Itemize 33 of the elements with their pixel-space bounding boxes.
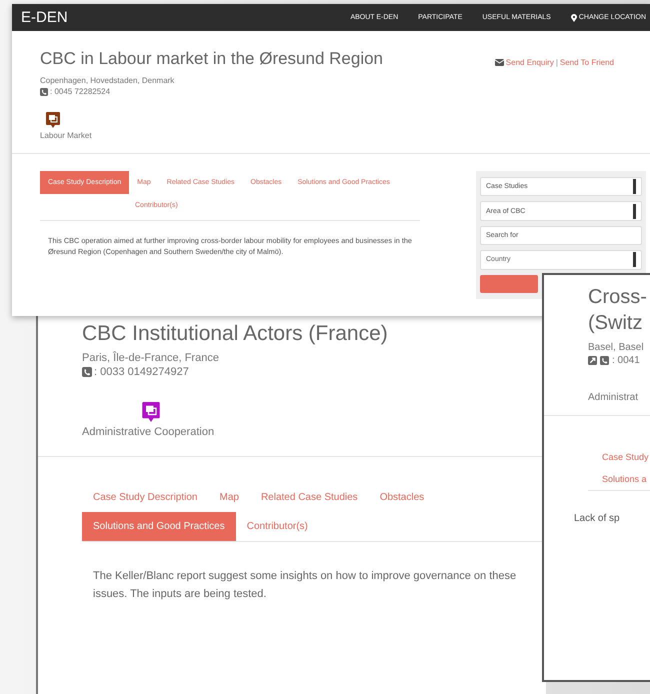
tab[interactable]: Related Case Studies bbox=[250, 483, 369, 512]
tab[interactable]: Solutions a bbox=[588, 468, 650, 490]
category-label: Labour Market bbox=[40, 131, 92, 140]
action-link[interactable]: Send To Friend bbox=[560, 58, 614, 66]
page-title: Cross- (Switz bbox=[588, 285, 647, 336]
envelope-icon bbox=[494, 58, 504, 66]
site-logo[interactable]: E-DEN bbox=[21, 9, 68, 26]
phone-number: : 0045 72282524 bbox=[50, 87, 110, 96]
search-button[interactable] bbox=[480, 274, 538, 294]
phone-icon bbox=[40, 88, 48, 96]
page-title: CBC in Labour market in the Øresund Region bbox=[40, 49, 384, 69]
category-label: Administrative Cooperation bbox=[82, 426, 214, 438]
phone-icon bbox=[600, 356, 609, 365]
tab[interactable]: Contributor(s) bbox=[236, 512, 319, 541]
action-link[interactable]: Send Enquiry bbox=[506, 58, 554, 66]
description-text: The Keller/Blanc report suggest some insights on how to improve governance on these issues. The inputs are being tested. bbox=[92, 569, 518, 602]
description-text: Lack of sp bbox=[573, 512, 621, 524]
location-text: Paris, Île-de-France, France bbox=[82, 352, 220, 364]
location-pin-icon bbox=[570, 14, 577, 22]
tab[interactable]: Obstacles bbox=[368, 483, 436, 512]
tab[interactable]: Case Study Description bbox=[82, 483, 208, 512]
location-text: Copenhagen, Hovedstaden, Denmark bbox=[40, 76, 176, 85]
page-title: CBC Institutional Actors (France) bbox=[82, 322, 388, 346]
external-link-icon bbox=[588, 356, 597, 365]
tab[interactable]: Map bbox=[208, 483, 250, 512]
phone-number: : 0041 bbox=[612, 355, 640, 366]
category-label: Administrat bbox=[588, 392, 640, 403]
phone-icon bbox=[82, 367, 92, 377]
phone-number: : 0033 0149274927 bbox=[94, 366, 189, 378]
separator-text: | bbox=[556, 58, 558, 66]
tab[interactable]: Case Study bbox=[588, 446, 650, 468]
location-text: Basel, Basel bbox=[588, 342, 645, 353]
tab[interactable]: Solutions and Good Practices bbox=[82, 512, 236, 541]
